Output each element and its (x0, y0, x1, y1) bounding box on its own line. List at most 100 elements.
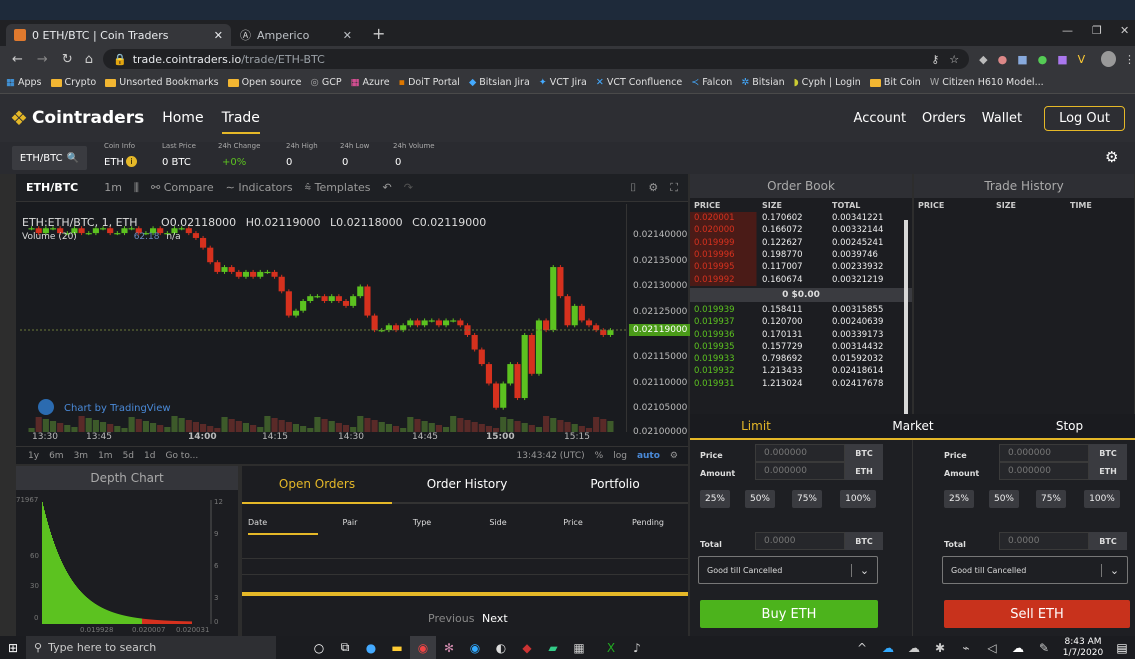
restore-icon[interactable]: ❐ (1092, 24, 1102, 37)
redo-icon[interactable]: ↷ (404, 181, 413, 194)
interval-button[interactable]: 1m (104, 181, 122, 194)
ask-row[interactable]: 0.019992 0.160674 0.00321219 (690, 273, 912, 286)
brand-name[interactable]: Cointraders (32, 108, 144, 128)
profile-avatar[interactable] (1101, 51, 1116, 67)
ask-row[interactable]: 0.020000 0.166072 0.00332144 (690, 224, 912, 237)
nav-orders[interactable]: Orders (922, 111, 966, 126)
extension-icon[interactable]: ■ (1057, 53, 1067, 66)
range-3m[interactable]: 3m (74, 451, 89, 461)
buy-total-input[interactable]: 0.0000 (755, 532, 845, 550)
bookmark-cyph[interactable]: ◗ Cyph | Login (794, 77, 861, 88)
close-icon[interactable]: ✕ (214, 29, 223, 42)
buy-time-in-force-select[interactable]: Good till Cancelled ⌄ (698, 556, 878, 584)
bookmark-bitcoin[interactable]: Bit Coin (869, 77, 921, 88)
slack-icon[interactable]: ✻ (436, 636, 462, 659)
buy-50-button[interactable]: 50% (745, 490, 775, 508)
indicators-button[interactable]: ∼ Indicators (226, 181, 293, 194)
buy-amount-input[interactable]: 0.000000 (755, 462, 845, 480)
buy-75-button[interactable]: 75% (792, 490, 822, 508)
sell-total-input[interactable]: 0.0000 (999, 532, 1089, 550)
tab-cointraders[interactable]: 0 ETH/BTC | Coin Traders ✕ (6, 24, 231, 46)
sell-50-button[interactable]: 50% (989, 490, 1019, 508)
cortana-icon[interactable]: ○ (306, 636, 332, 659)
buy-price-input[interactable]: 0.000000 (755, 444, 845, 462)
ask-row[interactable]: 0.020001 0.170602 0.00341221 (690, 212, 912, 225)
bookmark-azure[interactable]: ▦ Azure (351, 77, 390, 88)
back-icon[interactable]: ← (12, 52, 23, 67)
price-axis[interactable]: 0.02140000 0.02135000 0.02130000 0.02125… (626, 204, 692, 437)
bookmark-vct-confluence[interactable]: ✕ VCT Confluence (596, 77, 682, 88)
buy-25-button[interactable]: 25% (700, 490, 730, 508)
previous-button[interactable]: Previous (428, 612, 475, 625)
new-tab-icon[interactable]: + (372, 24, 385, 43)
fullscreen-icon[interactable]: ⛶ (670, 181, 678, 195)
clock[interactable]: 8:43 AM 1/7/2020 (1057, 637, 1109, 659)
forward-icon[interactable]: → (37, 52, 48, 67)
bid-row[interactable]: 0.019939 0.158411 0.00315855 (690, 304, 912, 316)
bid-row[interactable]: 0.019936 0.170131 0.00339173 (690, 328, 912, 340)
sell-100-button[interactable]: 100% (1084, 490, 1120, 508)
star-icon[interactable]: ☆ (949, 53, 959, 66)
compare-button[interactable]: ⚯ Compare (151, 181, 214, 194)
tab-portfolio[interactable]: Portfolio (542, 477, 688, 491)
watermark-text[interactable]: Chart by TradingView (64, 403, 171, 414)
extension-icon[interactable]: ◆ (979, 53, 987, 66)
coin-info-icon[interactable]: i (126, 156, 137, 167)
pen-icon[interactable]: ✎ (1031, 636, 1057, 659)
pair-search-button[interactable]: ETH/BTC 🔍 (12, 146, 87, 170)
tab-open-orders[interactable]: Open Orders (242, 477, 392, 491)
key-icon[interactable]: ⚷ (931, 53, 939, 66)
depth-plot[interactable]: 71967 60 30 0 12 9 6 3 0 0.019928 0.0200… (16, 490, 238, 636)
calculator-icon[interactable]: ▦ (566, 636, 592, 659)
edge-icon[interactable]: ● (358, 636, 384, 659)
tab-market[interactable]: Market (822, 419, 1004, 433)
app-icon[interactable]: ♪ (624, 636, 650, 659)
tray-chevron-icon[interactable]: ^ (849, 636, 875, 659)
home-icon[interactable]: ⌂ (85, 52, 93, 67)
extension-icon[interactable]: V (1078, 53, 1086, 66)
windows-start-icon[interactable]: ⊞ (0, 636, 26, 659)
window-close-icon[interactable]: ✕ (1120, 24, 1129, 37)
nav-trade[interactable]: Trade (221, 110, 260, 134)
menu-icon[interactable]: ⋮ (1124, 53, 1135, 66)
bid-row[interactable]: 0.019935 0.157729 0.00314432 (690, 341, 912, 353)
candle-style-icon[interactable]: ⫼ (134, 181, 139, 195)
notifications-icon[interactable]: ▤ (1109, 636, 1135, 659)
range-5d[interactable]: 5d (123, 451, 134, 461)
excel-icon[interactable]: X (598, 636, 624, 659)
bookmark-bitsian-jira[interactable]: ◆ Bitsian Jira (469, 77, 530, 88)
tray-icon[interactable]: ☁ (875, 636, 901, 659)
bookmark-bitsian[interactable]: ✲ Bitsian (741, 77, 784, 88)
taskbar-search[interactable]: ⚲ Type here to search (26, 636, 276, 659)
app-icon[interactable]: ◐ (488, 636, 514, 659)
tab-stop[interactable]: Stop (1004, 419, 1135, 433)
url-field[interactable]: 🔒 trade.cointraders.io /trade/ETH-BTC ⚷ … (102, 49, 970, 69)
auto-toggle[interactable]: auto (637, 451, 660, 461)
close-icon[interactable]: ✕ (343, 29, 352, 42)
order-book-scrollbar[interactable] (904, 220, 908, 414)
network-icon[interactable]: ⌁ (953, 636, 979, 659)
ask-row[interactable]: 0.019995 0.117007 0.00233932 (690, 261, 912, 274)
sell-button[interactable]: Sell ETH (944, 600, 1130, 628)
bookmark-citizen[interactable]: W Citizen H610 Model... (930, 77, 1044, 88)
next-button[interactable]: Next (482, 612, 508, 625)
sell-amount-input[interactable]: 0.000000 (999, 462, 1089, 480)
bookmark-gcp[interactable]: ◎ GCP (311, 77, 342, 88)
bookmark-open-source[interactable]: Open source (227, 77, 302, 88)
telegram-icon[interactable]: ◉ (462, 636, 488, 659)
file-explorer-icon[interactable]: ▬ (384, 636, 410, 659)
range-1m[interactable]: 1m (98, 451, 113, 461)
reload-icon[interactable]: ↻ (62, 52, 73, 67)
bid-row[interactable]: 0.019931 1.213024 0.02417678 (690, 378, 912, 390)
minimize-icon[interactable]: — (1062, 24, 1073, 37)
utc-time[interactable]: 13:43:42 (UTC) (517, 451, 585, 461)
extension-icon[interactable]: ● (998, 53, 1008, 66)
tab-amperico[interactable]: Ⓐ Amperico ✕ (232, 24, 360, 46)
tray-icon[interactable]: ☁ (901, 636, 927, 659)
range-1y[interactable]: 1y (28, 451, 39, 461)
percent-toggle[interactable]: % (595, 451, 604, 461)
buy-100-button[interactable]: 100% (840, 490, 876, 508)
bookmark-falcon[interactable]: ≺ Falcon (691, 77, 732, 88)
settings-gears-icon[interactable]: ⚙ (1105, 148, 1118, 166)
tab-limit[interactable]: Limit (690, 419, 822, 433)
